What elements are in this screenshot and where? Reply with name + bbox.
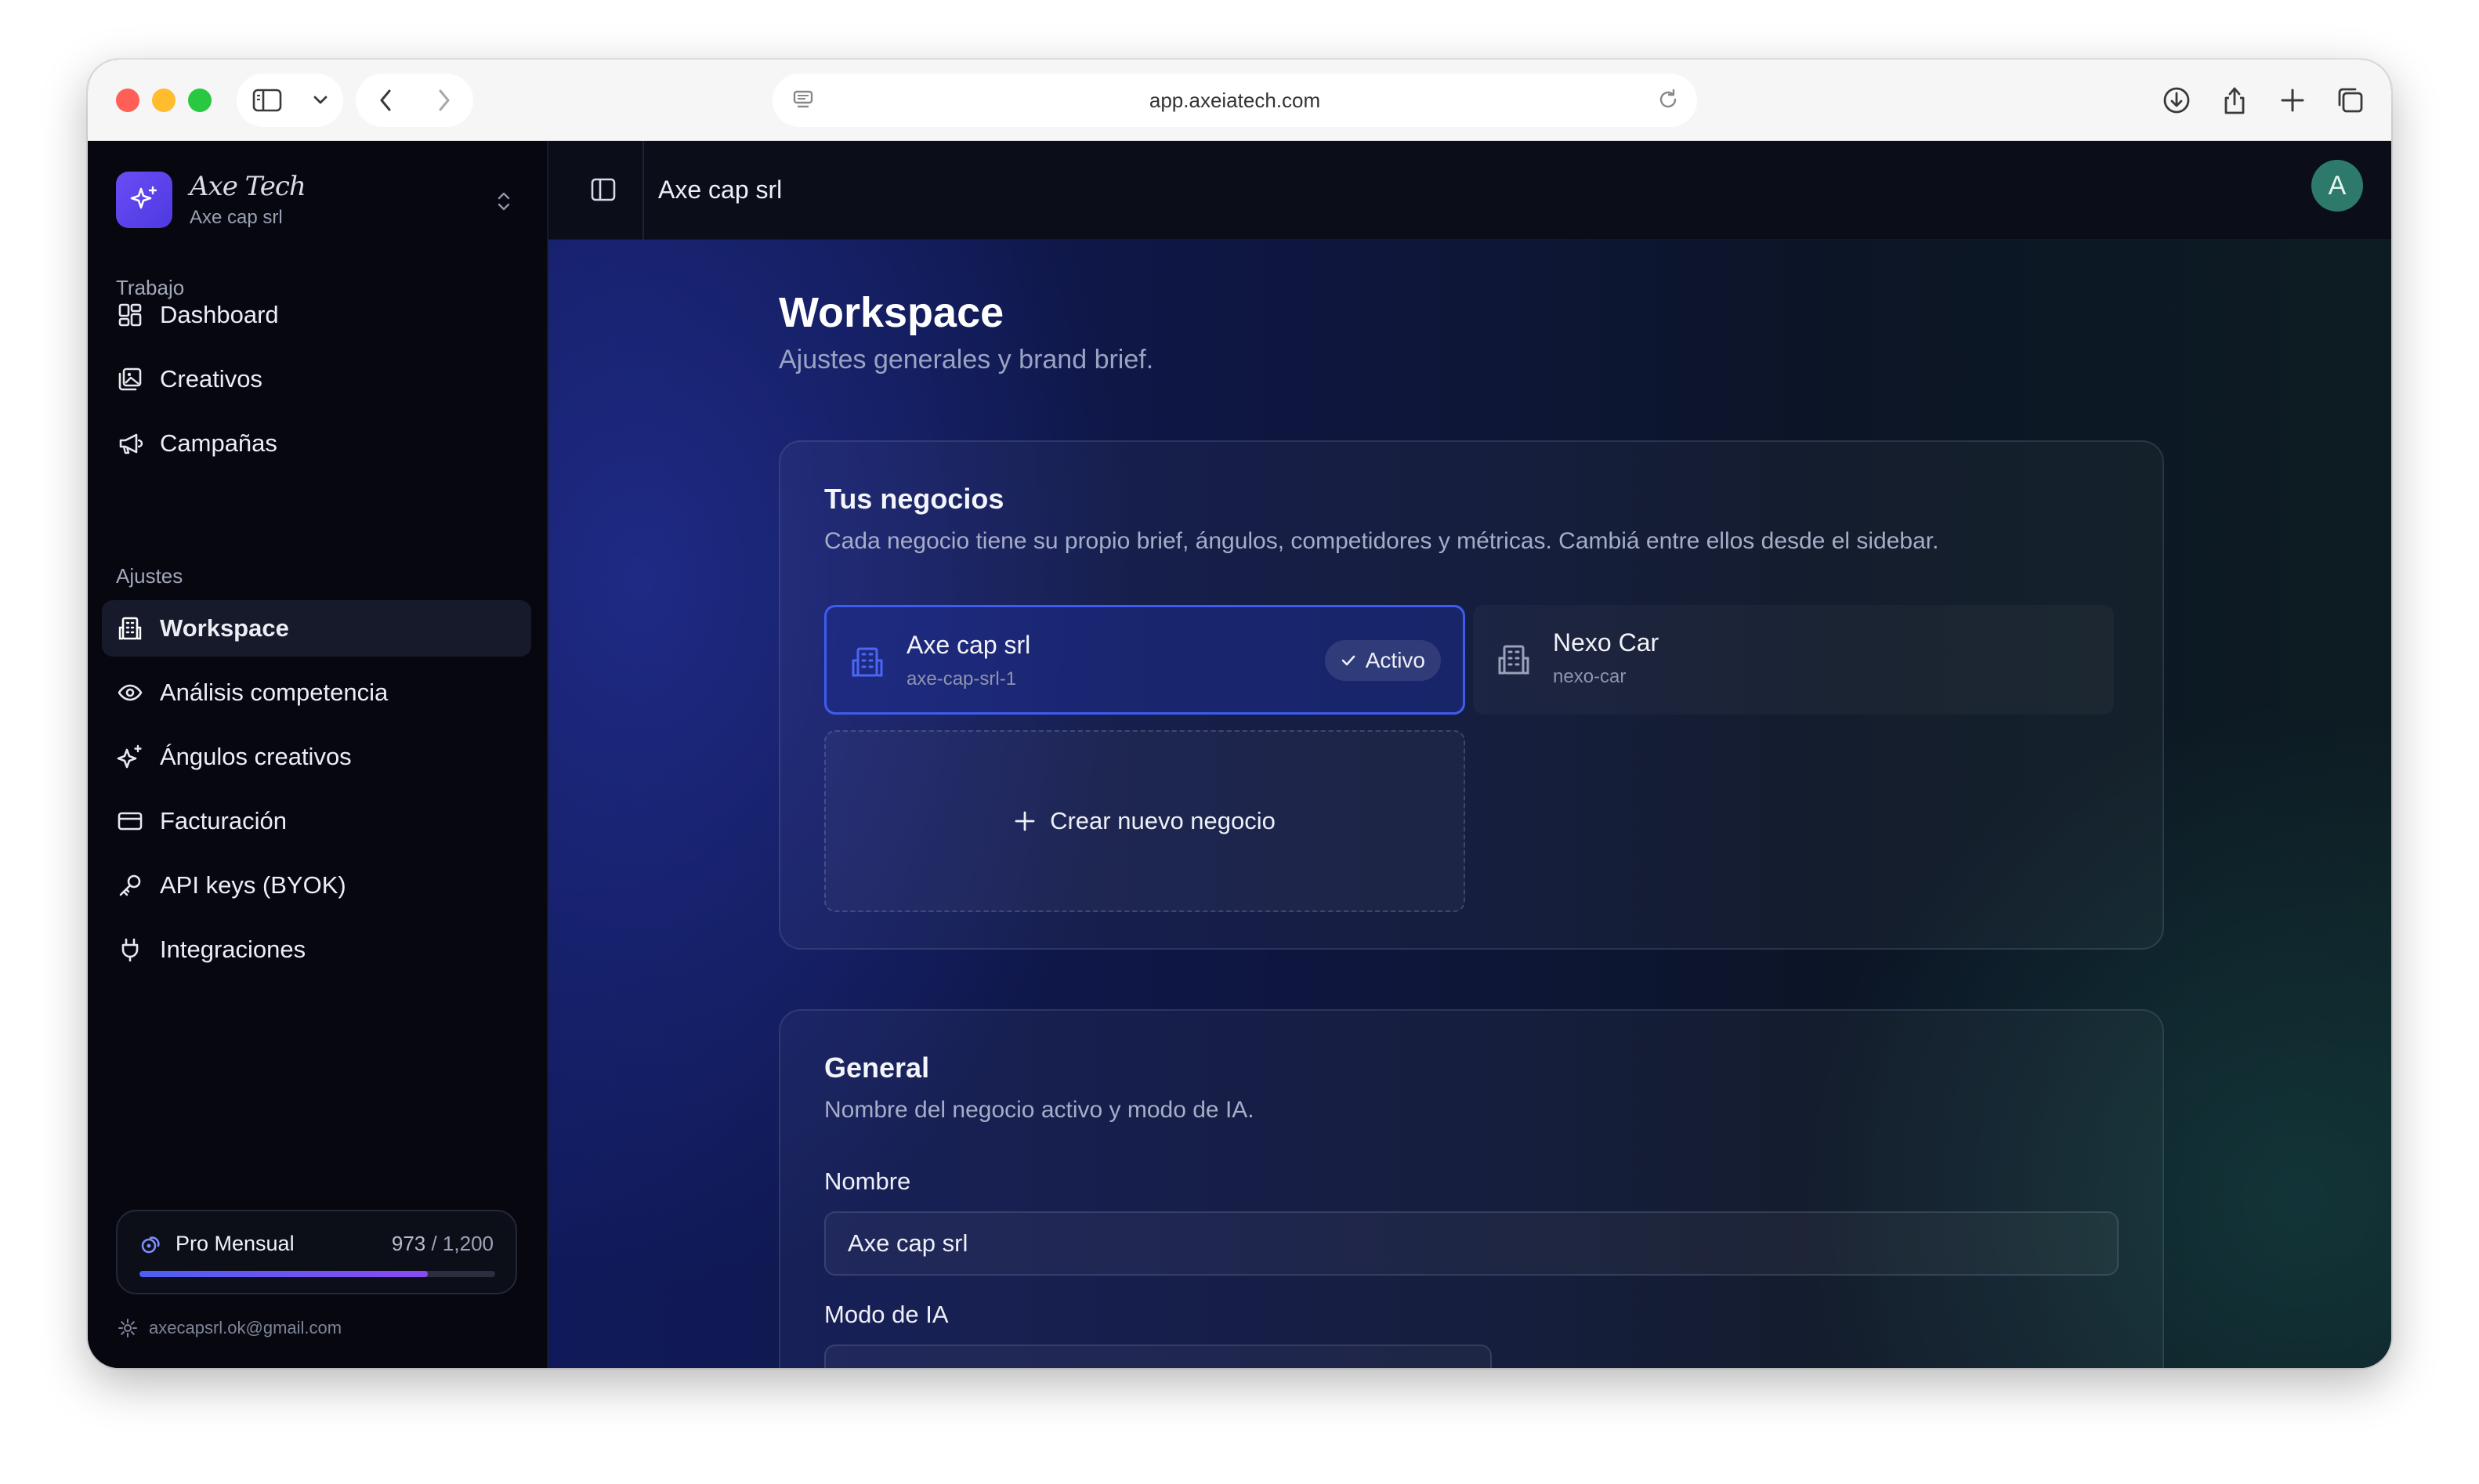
share-icon[interactable] — [2217, 83, 2252, 118]
plan-usage-card[interactable]: Pro Mensual 973 / 1,200 — [116, 1210, 517, 1294]
status-badge: Activo — [1324, 640, 1441, 681]
browser-actions — [2159, 75, 2368, 125]
plan-usage-count: 973 / 1,200 — [391, 1232, 494, 1255]
businesses-card: Tus negocios Cada negocio tiene su propi… — [779, 440, 2164, 950]
business-item[interactable]: Nexo Car nexo-car — [1473, 605, 2114, 715]
top-bar: Axe cap srl A — [548, 141, 2391, 240]
history-nav-group — [356, 74, 473, 127]
breadcrumb: Axe cap srl — [658, 176, 783, 204]
sidebar-item-label: Creativos — [160, 365, 262, 393]
chevrons-up-down-icon[interactable] — [495, 190, 512, 213]
plan-usage-bar — [139, 1271, 495, 1277]
images-icon — [116, 365, 144, 393]
sidebar-item-label: Workspace — [160, 614, 289, 642]
business-slug: nexo-car — [1553, 666, 1627, 687]
ai-mode-label: Modo de IA — [824, 1301, 949, 1328]
brand-name: Axe Tech — [190, 171, 306, 202]
building-icon — [850, 645, 885, 679]
business-slug: axe-cap-srl-1 — [907, 668, 1017, 690]
topbar-divider — [642, 141, 644, 240]
sidebar-item-integraciones[interactable]: Integraciones — [102, 921, 531, 978]
address-bar[interactable]: app.axeiatech.com — [773, 74, 1697, 127]
sidebar-item-campanas[interactable]: Campañas — [102, 415, 531, 472]
sidebar-item-dashboard[interactable]: Dashboard — [102, 287, 531, 343]
minimize-window-button[interactable] — [152, 89, 176, 112]
main-content: Workspace Ajustes generales y brand brie… — [548, 240, 2391, 1368]
business-name: Nexo Car — [1553, 628, 1659, 657]
brand-workspace: Axe cap srl — [190, 207, 283, 228]
eye-icon — [116, 679, 144, 707]
dashboard-icon — [116, 301, 144, 329]
credit-card-icon — [116, 807, 144, 835]
card-description: Cada negocio tiene su propio brief, ángu… — [824, 528, 1939, 554]
general-card: General Nombre del negocio activo y modo… — [779, 1009, 2164, 1368]
card-description: Nombre del negocio activo y modo de IA. — [824, 1097, 1254, 1123]
name-field-label: Nombre — [824, 1167, 911, 1195]
sidebar-item-label: Integraciones — [160, 936, 306, 963]
sidebar-item-label: Campañas — [160, 429, 277, 457]
tab-overview-icon[interactable] — [2333, 83, 2368, 118]
name-field[interactable]: Axe cap srl — [824, 1211, 2119, 1276]
create-business-label: Crear nuevo negocio — [1050, 807, 1276, 834]
browser-window: app.axeiatech.com Axe Tech Axe cap srl T… — [88, 60, 2391, 1368]
reload-icon[interactable] — [1656, 88, 1680, 111]
plus-icon — [1014, 810, 1036, 832]
sidebar-item-workspace[interactable]: Workspace — [102, 600, 531, 657]
sidebar-item-label: Ángulos creativos — [160, 743, 352, 770]
create-business-button[interactable]: Crear nuevo negocio — [824, 730, 1465, 912]
sidebar: Axe Tech Axe cap srl Trabajo Dashboard C… — [88, 141, 548, 1368]
sparkles-icon — [116, 743, 144, 771]
close-window-button[interactable] — [116, 89, 139, 112]
sidebar-item-label: Análisis competencia — [160, 679, 389, 706]
back-icon[interactable] — [378, 89, 393, 112]
page-title: Workspace — [779, 289, 1004, 336]
sidebar-item-label: API keys (BYOK) — [160, 871, 346, 899]
new-tab-icon[interactable] — [2275, 83, 2310, 118]
user-email: axecapsrl.ok@gmail.com — [149, 1318, 342, 1337]
browser-sidebar-icon[interactable] — [252, 89, 282, 112]
sidebar-item-angulos-creativos[interactable]: Ángulos creativos — [102, 729, 531, 785]
sidebar-item-api-keys[interactable]: API keys (BYOK) — [102, 857, 531, 914]
section-label-ajustes: Ajustes — [116, 564, 183, 588]
card-title: Tus negocios — [824, 483, 1004, 515]
business-name: Axe cap srl — [907, 631, 1031, 659]
url-text: app.axeiatech.com — [1149, 88, 1321, 112]
avatar[interactable]: A — [2311, 160, 2363, 212]
credits-icon — [139, 1232, 165, 1257]
workspace-switcher[interactable]: Axe Tech Axe cap srl — [116, 171, 306, 229]
forward-icon[interactable] — [437, 89, 451, 112]
zoom-window-button[interactable] — [188, 89, 212, 112]
browser-toolbar: app.axeiatech.com — [88, 60, 2391, 141]
downloads-icon[interactable] — [2159, 83, 2194, 118]
page-settings-icon[interactable] — [791, 88, 815, 111]
sidebar-toggle-group — [237, 74, 343, 127]
sidebar-item-analisis-competencia[interactable]: Análisis competencia — [102, 664, 531, 721]
check-icon — [1339, 651, 1358, 670]
key-icon — [116, 871, 144, 899]
sidebar-item-creativos[interactable]: Creativos — [102, 351, 531, 407]
plan-name: Pro Mensual — [176, 1232, 295, 1255]
building-icon — [116, 614, 144, 642]
building-icon — [1496, 642, 1531, 677]
badge-label: Activo — [1365, 648, 1425, 672]
megaphone-icon — [116, 429, 144, 458]
user-account[interactable]: axecapsrl.ok@gmail.com — [118, 1318, 342, 1338]
page-subtitle: Ajustes generales y brand brief. — [779, 345, 1154, 375]
gear-icon — [118, 1318, 138, 1338]
sidebar-item-label: Facturación — [160, 807, 287, 834]
sidebar-toggle-icon[interactable] — [589, 176, 617, 204]
plan-usage-fill — [139, 1271, 428, 1277]
sidebar-item-facturacion[interactable]: Facturación — [102, 793, 531, 849]
chevron-down-icon[interactable] — [313, 95, 328, 106]
sidebar-item-label: Dashboard — [160, 301, 279, 328]
ai-mode-select[interactable] — [824, 1345, 1492, 1368]
plug-icon — [116, 936, 144, 964]
app-root: Axe Tech Axe cap srl Trabajo Dashboard C… — [88, 141, 2391, 1368]
card-title: General — [824, 1051, 930, 1084]
business-item-active[interactable]: Axe cap srl axe-cap-srl-1 Activo — [824, 605, 1465, 715]
sparkles-logo-icon — [116, 172, 172, 228]
